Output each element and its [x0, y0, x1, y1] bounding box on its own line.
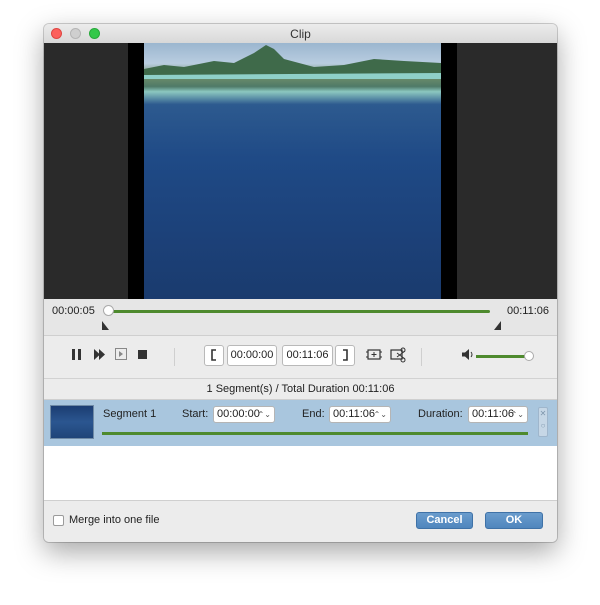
merge-checkbox[interactable] [53, 515, 64, 526]
segment-start-value: 00:00:00 [217, 408, 260, 420]
video-preview [44, 43, 557, 299]
segment-start-label: Start: [182, 408, 209, 420]
segment-end-value: 00:11:06 [333, 408, 376, 420]
timeline-bar: 00:00:05 00:11:06 [44, 299, 557, 336]
segment-end-field[interactable]: 00:11:06 ⌃⌄ [329, 406, 391, 423]
segment-name: Segment 1 [103, 408, 157, 420]
segment-duration-value: 00:11:06 [472, 408, 515, 420]
stepper-icon[interactable]: ⌃⌄ [374, 407, 387, 422]
playhead-knob[interactable] [103, 305, 114, 316]
video-frame [128, 43, 457, 299]
start-time-field[interactable]: 00:00:00 [227, 345, 277, 366]
end-time-field[interactable]: 00:11:06 [282, 345, 333, 366]
volume-knob[interactable] [524, 351, 534, 361]
pause-icon[interactable] [72, 349, 81, 363]
stepper-icon[interactable]: ⌃⌄ [511, 407, 524, 422]
segment-duration-label: Duration: [418, 408, 463, 420]
segment-start-field[interactable]: 00:00:00 ⌃⌄ [213, 406, 275, 423]
end-marker-icon[interactable] [494, 321, 501, 330]
stepper-icon[interactable]: ⌃⌄ [258, 407, 271, 422]
divider [174, 348, 175, 366]
start-marker-icon[interactable] [102, 321, 109, 330]
window-title: Clip [290, 27, 311, 41]
clip-window: Clip 00:00:05 00:11:06 00:00:00 00:11:06… [44, 24, 557, 542]
segment-row[interactable]: Segment 1 Start: 00:00:00 ⌃⌄ End: 00:11:0… [44, 400, 557, 446]
split-clip-icon[interactable] [390, 347, 407, 366]
ok-button[interactable]: OK [485, 512, 543, 529]
divider [421, 348, 422, 366]
delete-segment-icon[interactable]: ✕ ○ [538, 407, 548, 437]
segment-range-track [102, 432, 528, 435]
timeline-track[interactable] [108, 310, 490, 313]
fast-forward-icon[interactable] [94, 349, 105, 363]
footer-bar: Merge into one file Cancel OK [44, 500, 557, 542]
segment-thumbnail [50, 405, 94, 439]
new-clip-icon[interactable] [366, 348, 382, 365]
cancel-button[interactable]: Cancel [416, 512, 473, 529]
volume-icon[interactable] [462, 349, 475, 363]
step-frame-icon[interactable] [115, 348, 127, 363]
segment-duration-field[interactable]: 00:11:06 ⌃⌄ [468, 406, 528, 423]
current-time: 00:00:05 [52, 305, 95, 317]
volume-slider[interactable] [476, 355, 530, 358]
set-end-bracket-icon[interactable] [335, 345, 355, 366]
total-time: 00:11:06 [506, 305, 549, 317]
merge-label: Merge into one file [69, 514, 160, 526]
stop-icon[interactable] [138, 350, 147, 362]
title-bar: Clip [44, 24, 557, 44]
mountain-silhouette [144, 45, 441, 79]
playback-controls: 00:00:00 00:11:06 [44, 336, 557, 379]
segment-list: Segment 1 Start: 00:00:00 ⌃⌄ End: 00:11:0… [44, 399, 557, 501]
set-start-bracket-icon[interactable] [204, 345, 224, 366]
segments-summary: 1 Segment(s) / Total Duration 00:11:06 [44, 379, 557, 399]
segment-end-label: End: [302, 408, 325, 420]
